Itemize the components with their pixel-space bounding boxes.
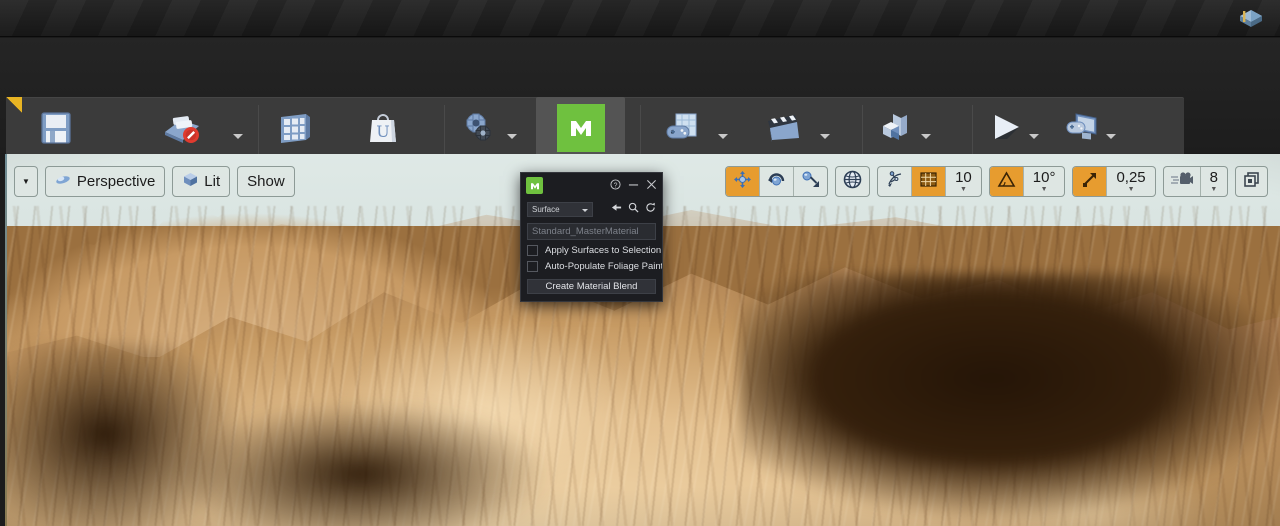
- scale-gizmo-button[interactable]: [794, 167, 827, 196]
- camera-speed-value-label: 8: [1209, 169, 1218, 186]
- translate-gizmo-icon: [733, 170, 752, 193]
- content-browser-icon: [270, 104, 318, 152]
- scale-snap-group[interactable]: 0,25 ▼: [1072, 166, 1156, 197]
- transform-gizmo-group[interactable]: [725, 166, 829, 197]
- perspective-label: Perspective: [76, 173, 156, 190]
- angle-snap-caret: ▼: [1040, 186, 1048, 193]
- svg-text:?: ?: [614, 182, 618, 189]
- scale-snap-value-label: 0,25: [1116, 169, 1146, 186]
- scale-gizmo-icon: [801, 170, 820, 193]
- maximize-group[interactable]: [1235, 166, 1268, 197]
- grid-snap-caret: ▼: [959, 186, 967, 193]
- svg-text:U: U: [377, 122, 390, 141]
- snap-settings-group[interactable]: 10 ▼: [877, 166, 982, 197]
- ue-asset-icon: [1236, 5, 1266, 33]
- refresh-icon[interactable]: [645, 200, 656, 218]
- main-toolbar: Save Current Source Control: [0, 38, 1280, 190]
- settings-gears-icon: [455, 104, 503, 152]
- camera-speed-group[interactable]: 8 ▼: [1162, 166, 1228, 197]
- angle-snap-icon: [997, 170, 1016, 193]
- lit-cube-icon: [182, 171, 199, 192]
- lit-mode-group[interactable]: Lit: [172, 166, 231, 197]
- apply-surfaces-checkbox[interactable]: [527, 245, 538, 256]
- marketplace-bag-icon: U: [359, 104, 407, 152]
- camera-speed-caret: ▼: [1210, 186, 1218, 193]
- megascans-panel[interactable]: ? Surface Standard_MasterMaterial Apply …: [520, 172, 663, 302]
- auto-populate-checkbox-row[interactable]: Auto-Populate Foliage Paint: [521, 261, 662, 272]
- camera-speed-value[interactable]: 8 ▼: [1201, 167, 1227, 196]
- show-label: Show: [247, 173, 285, 190]
- viewport-left-border: [0, 154, 7, 526]
- back-arrow-icon[interactable]: [611, 200, 622, 218]
- camera-speed-button[interactable]: [1164, 167, 1200, 196]
- maximize-viewport-icon: [1243, 171, 1260, 192]
- title-bar: [0, 0, 1280, 37]
- show-button[interactable]: Show: [238, 167, 294, 196]
- title-bar-sheen: [0, 0, 1280, 36]
- chevron-down-icon: [582, 208, 588, 212]
- world-globe-icon: [843, 170, 862, 193]
- camera-icon: [55, 172, 72, 191]
- scale-snap-value[interactable]: 0,25 ▼: [1107, 167, 1154, 196]
- grid-snap-value[interactable]: 10 ▼: [946, 167, 981, 196]
- angle-snap-group[interactable]: 10° ▼: [988, 166, 1066, 197]
- rotate-gizmo-button[interactable]: [760, 167, 793, 196]
- scale-snap-icon: [1080, 170, 1099, 193]
- minimize-icon[interactable]: [628, 177, 639, 195]
- world-space-button[interactable]: [836, 167, 869, 196]
- chevron-down-icon: ▼: [22, 177, 30, 186]
- lit-button[interactable]: Lit: [173, 167, 229, 196]
- perspective-button[interactable]: Perspective: [46, 167, 164, 196]
- grid-snap-value-label: 10: [955, 169, 972, 186]
- coordinate-space-group[interactable]: [835, 166, 871, 197]
- master-material-value: Standard_MasterMaterial: [532, 226, 639, 237]
- asset-type-value: Surface: [532, 204, 560, 214]
- show-menu-group[interactable]: Show: [237, 166, 295, 197]
- save-floppy-icon: [32, 104, 80, 152]
- megascans-window-controls: ?: [610, 177, 657, 195]
- view-mode-group[interactable]: Perspective: [44, 166, 166, 197]
- apply-surfaces-checkbox-row[interactable]: Apply Surfaces to Selection: [521, 245, 662, 256]
- viewport-toolbar-left: ▼ Perspective Lit Show: [14, 166, 295, 197]
- surface-snap-icon: [885, 170, 904, 193]
- apply-surfaces-label: Apply Surfaces to Selection: [545, 245, 662, 256]
- blueprints-icon: [659, 104, 707, 152]
- camera-speed-icon: [1170, 171, 1193, 192]
- grid-snap-button[interactable]: [912, 167, 946, 196]
- megascans-panel-header: ?: [521, 173, 662, 198]
- megascans-action-icons: [611, 200, 656, 218]
- grid-snap-icon: [919, 170, 938, 193]
- scale-snap-caret: ▼: [1127, 186, 1135, 193]
- create-material-blend-label: Create Material Blend: [545, 281, 638, 292]
- lit-label: Lit: [204, 173, 221, 190]
- angle-snap-button[interactable]: [989, 167, 1023, 196]
- search-icon[interactable]: [628, 200, 639, 218]
- cinematics-clapper-icon: [758, 104, 806, 152]
- unreal-editor-window: Save Current Source Control: [0, 0, 1280, 526]
- angle-snap-value-label: 10°: [1032, 169, 1056, 186]
- auto-populate-checkbox[interactable]: [527, 261, 538, 272]
- viewport-toolbar-right: 10 ▼ 10° ▼ 0,25 ▼ 8 ▼: [725, 166, 1268, 197]
- megascans-m-icon: [526, 177, 543, 194]
- asset-type-select[interactable]: Surface: [527, 201, 593, 217]
- launch-monitor-icon: [1057, 104, 1105, 152]
- viewport-options-group[interactable]: ▼: [14, 166, 38, 197]
- translate-gizmo-button[interactable]: [726, 167, 760, 196]
- auto-populate-label: Auto-Populate Foliage Paint: [545, 261, 662, 272]
- build-blocks-icon: [872, 104, 920, 152]
- viewport-options-button[interactable]: ▼: [15, 167, 37, 196]
- close-icon[interactable]: [646, 177, 657, 195]
- source-control-icon: [158, 104, 206, 152]
- megascans-m-icon: [556, 104, 605, 152]
- maximize-viewport-button[interactable]: [1236, 167, 1267, 196]
- angle-snap-value[interactable]: 10° ▼: [1024, 167, 1065, 196]
- surface-snap-button[interactable]: [878, 167, 911, 196]
- create-material-blend-button[interactable]: Create Material Blend: [527, 279, 656, 294]
- help-circle-icon[interactable]: ?: [610, 177, 621, 195]
- rotate-gizmo-icon: [767, 170, 786, 193]
- scale-snap-button[interactable]: [1073, 167, 1107, 196]
- master-material-field[interactable]: Standard_MasterMaterial: [527, 223, 656, 240]
- megascans-type-row: Surface: [521, 200, 662, 218]
- play-triangle-icon: [980, 104, 1028, 152]
